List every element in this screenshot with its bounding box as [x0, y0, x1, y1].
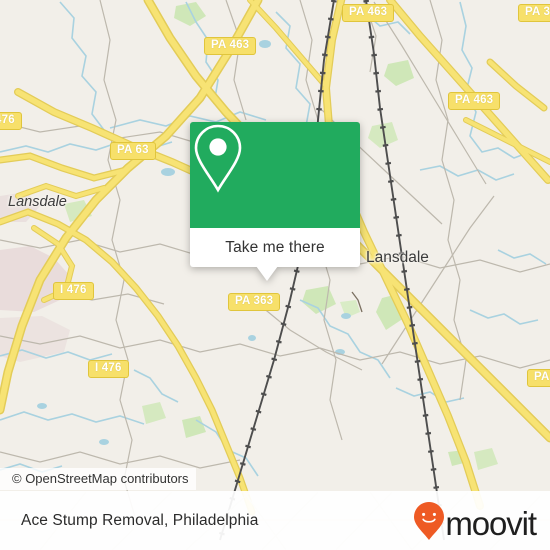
map-screen: 476 PA 63 PA 463 PA 463 PA 3 PA 463 I 47…	[0, 0, 550, 550]
page-title: Ace Stump Removal, Philadelphia	[21, 511, 259, 529]
shield-label: PA 363	[235, 295, 274, 307]
shield-label: PA 63	[117, 144, 149, 156]
shield-label: PA 3	[525, 6, 550, 18]
footer-bar: Ace Stump Removal, Philadelphia moovit	[0, 491, 550, 550]
shield-pa463-topcenter[interactable]: PA 463	[342, 4, 395, 22]
callout-tail	[256, 266, 278, 281]
osm-attribution[interactable]: © OpenStreetMap contributors	[0, 468, 196, 490]
map-canvas[interactable]: 476 PA 63 PA 463 PA 463 PA 3 PA 463 I 47…	[0, 0, 550, 550]
shield-label: 476	[0, 114, 15, 126]
place-label-lansdale-east: Lansdale	[366, 249, 429, 266]
take-me-there-label: Take me there	[225, 238, 325, 256]
shield-pa-right-edge[interactable]: PA	[527, 369, 550, 387]
moovit-wordmark: moovit	[445, 505, 537, 542]
shield-i476-mid[interactable]: I 476	[53, 282, 94, 300]
moovit-brand[interactable]: moovit	[414, 502, 537, 545]
shield-label: I 476	[60, 284, 87, 296]
callout-body[interactable]: Take me there	[190, 228, 360, 281]
shield-label: PA 463	[455, 94, 494, 106]
railway-layer	[217, 0, 447, 541]
callout-header	[190, 122, 360, 228]
shield-pa63[interactable]: PA 63	[110, 142, 156, 160]
shield-pa463-top[interactable]: PA 463	[204, 37, 257, 55]
shield-label: PA 463	[211, 39, 250, 51]
shield-label: I 476	[95, 362, 122, 374]
moovit-smiley-pin-icon	[414, 502, 445, 545]
place-label-lansdale-west: Lansdale	[8, 194, 67, 210]
map-callout-popup[interactable]: Take me there	[190, 122, 360, 281]
shield-pa463-right[interactable]: PA 463	[448, 92, 501, 110]
shield-pa363[interactable]: PA 363	[228, 293, 281, 311]
shield-label: PA	[534, 371, 550, 383]
shield-i476-lower[interactable]: I 476	[88, 360, 129, 378]
shield-label: PA 463	[349, 6, 388, 18]
shield-i476-edge-topleft[interactable]: 476	[0, 112, 22, 130]
map-pin-icon	[194, 124, 242, 193]
shield-pa3-topright-edge[interactable]: PA 3	[518, 4, 550, 22]
